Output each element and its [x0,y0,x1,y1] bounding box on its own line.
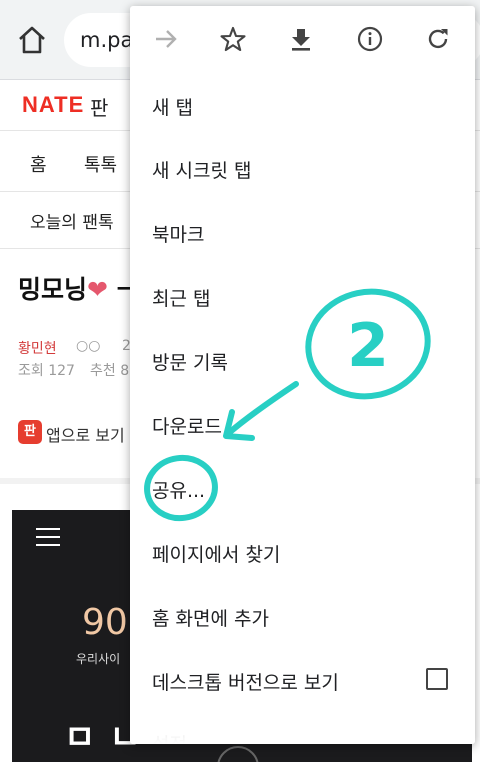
menu-new-tab[interactable]: 새 탭 [152,93,193,120]
menu-history[interactable]: 방문 기록 [152,348,228,375]
desktop-site-checkbox[interactable] [426,668,448,690]
menu-add-to-home-screen[interactable]: 홈 화면에 추가 [152,604,269,631]
post-title: 밍모닝❤ ㅡ [18,270,140,306]
menu-find-in-page[interactable]: 페이지에서 찾기 [152,540,280,567]
tab-toktok[interactable]: 톡톡 [84,151,117,177]
menu-fade [130,704,475,744]
circle-button-icon [217,746,259,762]
menu-bookmarks[interactable]: 북마크 [152,220,204,247]
heart-icon: ❤ [87,275,108,304]
post-meta-circles: ○○ [76,338,101,354]
logo-suffix: 판 [90,96,109,120]
menu-recent-tabs[interactable]: 최근 탭 [152,284,210,311]
star-icon[interactable] [217,23,249,55]
menu-desktop-site[interactable]: 데스크톱 버전으로 보기 [152,668,339,695]
app-icon[interactable]: 판 [18,420,42,444]
hamburger-icon [36,528,60,546]
menu-new-incognito-tab[interactable]: 새 시크릿 탭 [152,156,251,183]
recommend-count: 추천 8 [90,363,130,379]
menu-share[interactable]: 공유... [152,476,205,503]
forward-icon[interactable] [150,23,182,55]
download-icon[interactable] [285,23,317,55]
home-icon[interactable] [14,22,50,58]
menu-downloads[interactable]: 다운로드 [152,412,222,439]
post-author[interactable]: 황민현 [18,338,57,358]
info-icon[interactable] [354,23,386,55]
refresh-icon[interactable] [422,23,454,55]
nate-logo[interactable]: NATE [22,92,84,118]
menu-icon-row [130,6,475,72]
post-title-text: 밍모닝 [18,275,88,304]
view-count: 조회 127 [18,363,75,379]
subnav-today-fantalk[interactable]: 오늘의 팬톡 [30,208,114,233]
tab-home[interactable]: 홈 [30,151,47,177]
overflow-menu: 새 탭 새 시크릿 탭 북마크 최근 탭 방문 기록 다운로드 공유... 페이… [130,6,475,744]
open-in-app-link[interactable]: 앱으로 보기 [46,422,125,446]
temperature-caption: 우리사이 [76,652,121,666]
